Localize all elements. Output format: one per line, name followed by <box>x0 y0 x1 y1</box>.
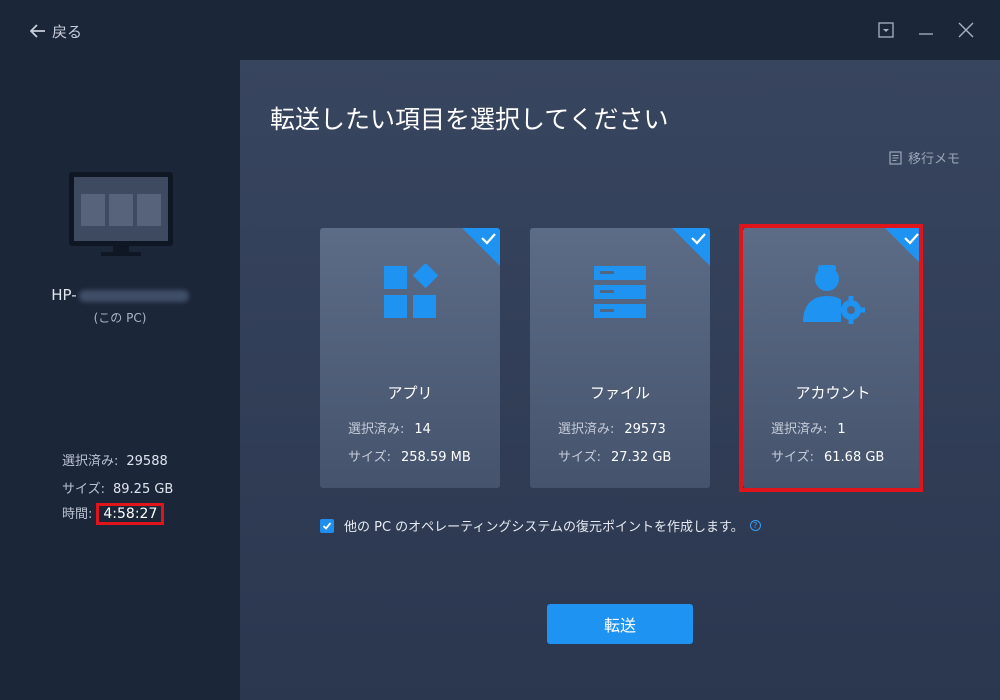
card-selected-row: 選択済み: 1 <box>771 422 846 437</box>
transfer-button[interactable]: 転送 <box>547 604 693 644</box>
main-panel: 転送したい項目を選択してください 移行メモ アプリ 選択済み: 14 サイズ: 25… <box>240 60 1000 700</box>
check-corner-icon <box>885 228 923 266</box>
card-account[interactable]: アカウント 選択済み: 1 サイズ: 61.68 GB <box>743 228 923 488</box>
stat-selected: 選択済み: 29588 <box>62 454 168 469</box>
monitor-icon <box>69 172 173 256</box>
apps-icon <box>384 264 438 318</box>
stat-time: 時間: 4:58:27 <box>62 503 165 525</box>
restore-point-checkbox[interactable] <box>320 518 334 533</box>
dropdown-menu-button[interactable] <box>876 20 896 40</box>
minimize-button[interactable] <box>916 20 936 40</box>
stat-size: サイズ: 89.25 GB <box>62 482 174 497</box>
card-title: アカウント <box>795 384 871 402</box>
back-label: 戻る <box>52 22 83 41</box>
title-bar: 戻る <box>0 0 1000 60</box>
time-value-highlight: 4:58:27 <box>96 503 165 525</box>
checkmark-icon <box>322 521 332 530</box>
card-size-row: サイズ: 27.32 GB <box>558 450 672 465</box>
page-title: 転送したい項目を選択してください <box>270 105 669 134</box>
card-title: アプリ <box>387 384 433 402</box>
back-button[interactable]: 戻る <box>30 20 82 42</box>
restore-point-label: 他の PC のオペレーティングシステムの復元ポイントを作成します。 <box>344 520 744 535</box>
minimize-icon <box>919 33 933 35</box>
dropdown-box-icon <box>878 22 894 38</box>
arrow-left-icon <box>30 24 45 38</box>
account-settings-icon <box>803 265 865 324</box>
sidebar: HP- (この PC) 選択済み: 29588 サイズ: 89.25 GB 時間: 4… <box>0 60 240 700</box>
pc-subtitle: (この PC) <box>93 311 147 325</box>
card-title: ファイル <box>589 384 650 402</box>
check-corner-icon <box>672 228 710 266</box>
card-files[interactable]: ファイル 選択済み: 29573 サイズ: 27.32 GB <box>530 228 710 488</box>
card-apps[interactable]: アプリ 選択済み: 14 サイズ: 258.59 MB <box>320 228 500 488</box>
files-icon <box>594 266 646 318</box>
pc-name: HP- <box>0 286 240 304</box>
memo-label: 移行メモ <box>907 152 960 167</box>
help-icon[interactable]: ? <box>749 520 761 531</box>
redacted-name <box>78 289 189 302</box>
card-size-row: サイズ: 61.68 GB <box>771 450 885 465</box>
migration-memo-link[interactable]: 移行メモ <box>889 148 960 167</box>
card-selected-row: 選択済み: 29573 <box>558 422 666 437</box>
document-icon <box>889 150 902 165</box>
restore-point-option: 他の PC のオペレーティングシステムの復元ポイントを作成します。 ? <box>320 516 761 535</box>
card-size-row: サイズ: 258.59 MB <box>348 450 471 465</box>
close-icon <box>958 22 974 38</box>
card-selected-row: 選択済み: 14 <box>348 422 431 437</box>
check-corner-icon <box>462 228 500 266</box>
close-button[interactable] <box>956 20 976 40</box>
